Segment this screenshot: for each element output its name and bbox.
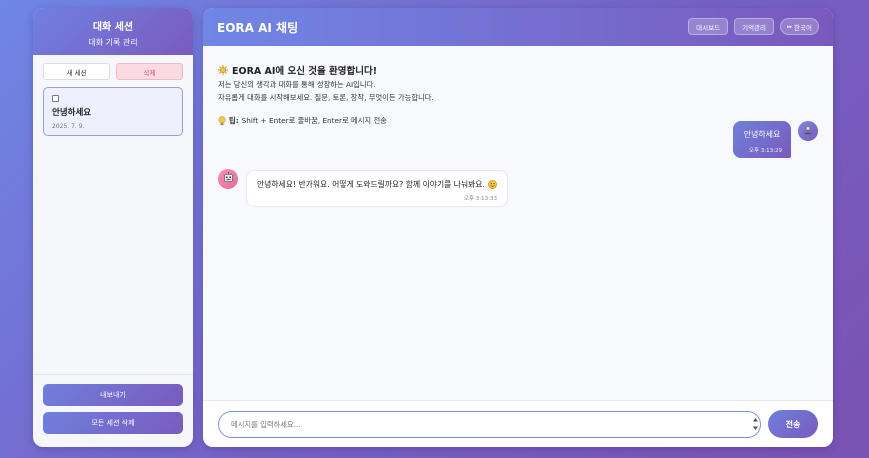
user-message-text: 안녕하세요: [743, 130, 781, 139]
user-avatar: [798, 121, 818, 141]
robot-icon: [223, 172, 234, 186]
sidebar-divider: [33, 374, 193, 375]
welcome-title: EORA AI에 오신 것을 환영합니다!: [232, 66, 378, 77]
delete-session-button[interactable]: 삭제: [116, 63, 183, 80]
smile-icon: [487, 180, 497, 189]
language-icon: ▸▸: [787, 23, 793, 30]
memory-management-button[interactable]: 기억관리: [734, 18, 775, 35]
dashboard-button[interactable]: 대시보드: [688, 18, 729, 35]
delete-all-sessions-button[interactable]: 모든 세션 삭제: [43, 412, 183, 434]
sidebar-actions: 새 세션 삭제: [33, 55, 193, 80]
user-message-time: 오후 3:13:29: [748, 148, 782, 154]
chat-title: EORA AI 채팅: [217, 20, 299, 35]
welcome-message: EORA AI에 오신 것을 환영합니다! 저는 당신의 생각과 대화를 통해 …: [218, 63, 434, 126]
export-button[interactable]: 내보내기: [43, 384, 183, 406]
user-icon: [803, 125, 813, 138]
language-selector[interactable]: ▸▸ 한국어: [780, 18, 819, 35]
lightbulb-icon: [218, 116, 226, 126]
chat-header: EORA AI 채팅 대시보드 기억관리 ▸▸ 한국어: [203, 8, 833, 46]
welcome-line-2: 자유롭게 대화를 시작해보세요. 질문, 토론, 창작, 무엇이든 가능합니다.: [218, 93, 434, 102]
welcome-line-1: 저는 당신의 생각과 대화를 통해 성장하는 AI입니다.: [218, 80, 376, 89]
session-sidebar: 대화 세션 대화 기록 관리 새 세션 삭제 안녕하세요 2025. 7. 9.…: [33, 8, 193, 447]
assistant-message-time: 오후 3:13:33: [463, 196, 497, 202]
tip-row: 팁: Shift + Enter로 줄바꿈, Enter로 메시지 전송: [218, 116, 434, 126]
session-item[interactable]: 안녕하세요 2025. 7. 9.: [43, 87, 183, 136]
sidebar-subtitle: 대화 기록 관리: [88, 38, 138, 47]
sidebar-header: 대화 세션 대화 기록 관리: [33, 8, 193, 55]
input-bar: 전송: [203, 400, 833, 447]
assistant-message-row: 안녕하세요! 반가워요. 어떻게 도와드릴까요? 함께 이야기를 나눠봐요.: [257, 179, 497, 190]
session-title: 안녕하세요: [52, 108, 92, 118]
input-scroll-arrows-icon[interactable]: [752, 417, 759, 431]
send-button[interactable]: 전송: [768, 410, 818, 438]
session-checkbox[interactable]: [52, 95, 59, 102]
tip-label: 팁:: [229, 116, 239, 125]
message-input[interactable]: [218, 411, 761, 438]
chat-panel: EORA AI 채팅 대시보드 기억관리 ▸▸ 한국어 EORA AI에 오신 …: [203, 8, 833, 447]
tip-text: Shift + Enter로 줄바꿈, Enter로 메시지 전송: [241, 116, 387, 125]
sidebar-title: 대화 세션: [92, 22, 134, 33]
new-session-button[interactable]: 새 세션: [43, 63, 110, 80]
language-label: 한국어: [794, 23, 812, 32]
header-buttons: 대시보드 기억관리 ▸▸ 한국어: [688, 18, 819, 35]
bot-avatar: [218, 169, 238, 189]
assistant-message-text: 안녕하세요! 반가워요. 어떻게 도와드릴까요? 함께 이야기를 나눠봐요.: [257, 180, 485, 189]
user-message-bubble: 안녕하세요 오후 3:13:29: [733, 121, 791, 158]
assistant-message-bubble: 안녕하세요! 반가워요. 어떻게 도와드릴까요? 함께 이야기를 나눠봐요. 오…: [246, 170, 508, 207]
sidebar-bottom-actions: 내보내기 모든 세션 삭제: [43, 384, 183, 434]
sun-icon: [218, 65, 228, 75]
session-date: 2025. 7. 9.: [52, 123, 85, 130]
welcome-title-row: EORA AI에 오신 것을 환영합니다!: [218, 63, 434, 77]
